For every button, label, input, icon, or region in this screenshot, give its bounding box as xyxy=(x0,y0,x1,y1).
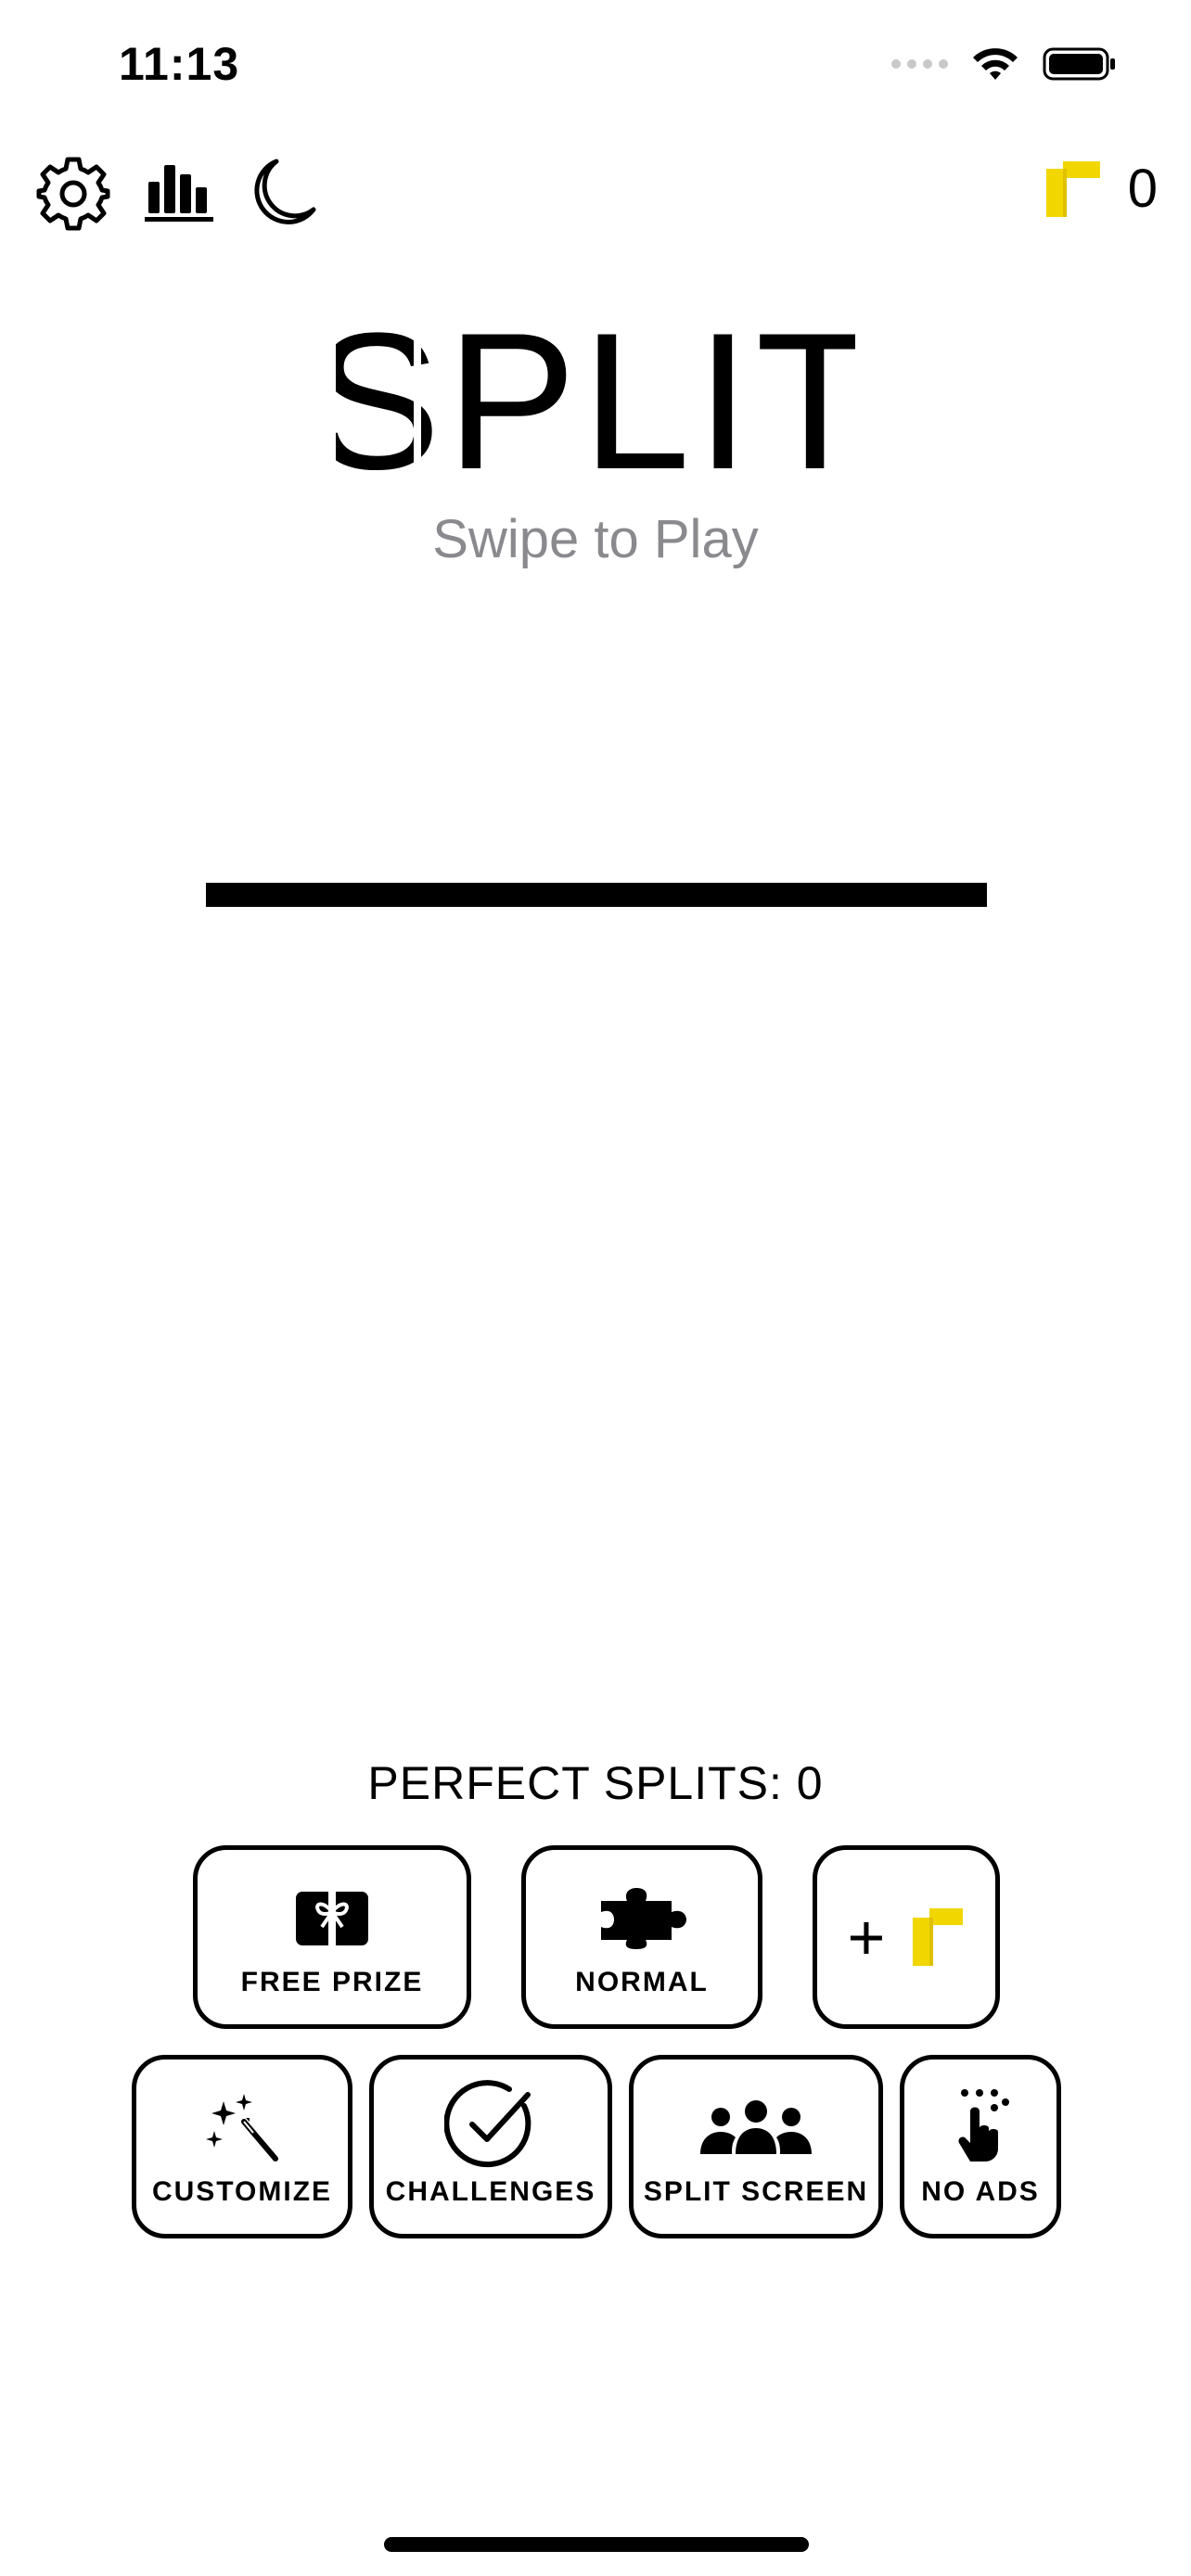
battery-icon xyxy=(1043,47,1115,81)
check-circle-icon xyxy=(444,2080,531,2168)
free-prize-button[interactable]: FREE PRIZE xyxy=(193,1845,471,2029)
gear-icon[interactable] xyxy=(35,156,111,232)
split-screen-label: SPLIT SCREEN xyxy=(643,2176,869,2207)
perfect-splits-counter: PERFECT SPLITS: 0 xyxy=(367,1757,824,1809)
hand-pointer-icon xyxy=(958,2089,1009,2162)
gift-card-icon xyxy=(296,1892,368,1945)
home-indicator[interactable] xyxy=(384,2537,809,2552)
status-icons xyxy=(891,46,1117,82)
no-ads-label: NO ADS xyxy=(921,2176,1040,2207)
split-bar[interactable] xyxy=(206,883,987,907)
coin-icon xyxy=(1045,160,1100,217)
coin-icon xyxy=(913,1908,964,1966)
no-ads-button[interactable]: NO ADS xyxy=(900,2055,1061,2238)
split-screen-button[interactable]: SPLIT SCREEN xyxy=(629,2055,883,2238)
normal-mode-button[interactable]: NORMAL xyxy=(521,1845,762,2029)
puzzle-piece-icon xyxy=(601,1888,686,1949)
game-home-screen: 11:13 0 SPLIT Swipe to Play PERFECT SPLI… xyxy=(0,0,1191,2576)
bar-chart-icon[interactable] xyxy=(145,161,213,223)
status-time: 11:13 xyxy=(119,38,240,90)
magic-wand-icon xyxy=(206,2094,278,2162)
free-prize-label: FREE PRIZE xyxy=(240,1967,424,1997)
moon-icon[interactable] xyxy=(247,156,319,230)
plus-label: + xyxy=(847,1901,886,1973)
normal-mode-label: NORMAL xyxy=(575,1967,709,1997)
challenges-label: CHALLENGES xyxy=(385,2176,596,2207)
people-group-icon xyxy=(700,2100,812,2154)
challenges-button[interactable]: CHALLENGES xyxy=(369,2055,612,2238)
buy-coins-button[interactable]: + xyxy=(813,1845,1000,2029)
cellular-signal-icon xyxy=(891,59,948,69)
wifi-icon xyxy=(973,48,1018,80)
customize-label: CUSTOMIZE xyxy=(151,2176,333,2207)
game-title: SPLIT xyxy=(0,297,1191,482)
title-split-line xyxy=(414,297,421,482)
coin-count: 0 xyxy=(1127,159,1158,219)
subtitle: Swipe to Play xyxy=(432,509,759,569)
coin-balance: 0 xyxy=(1044,158,1158,220)
customize-button[interactable]: CUSTOMIZE xyxy=(132,2055,352,2238)
